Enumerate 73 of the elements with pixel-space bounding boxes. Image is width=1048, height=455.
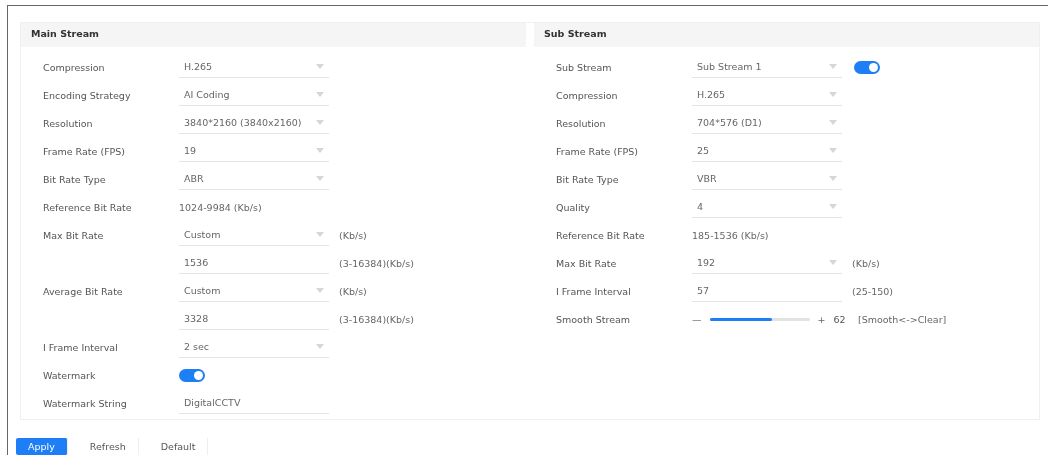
- section-header: Sub Stream: [534, 23, 1039, 47]
- caret-icon: [829, 204, 837, 209]
- field-label: Smooth Stream: [556, 313, 631, 325]
- slider-value: 62: [833, 313, 846, 325]
- field-label: Resolution: [43, 117, 93, 129]
- caret-icon: [316, 344, 324, 349]
- field-label: Compression: [556, 89, 618, 101]
- dropdown-field[interactable]: AI Coding: [179, 84, 329, 106]
- plus-button[interactable]: +: [817, 313, 826, 325]
- caret-icon: [829, 260, 837, 265]
- section-header: Main Stream: [21, 23, 526, 47]
- caret-icon: [829, 64, 837, 69]
- dropdown-field[interactable]: H.265: [179, 56, 329, 78]
- dropdown-field[interactable]: Sub Stream 1: [692, 56, 842, 78]
- input-field[interactable]: 1536: [179, 252, 329, 274]
- caret-icon: [316, 92, 324, 97]
- unit-text: (Kb/s): [852, 257, 880, 269]
- field-label: I Frame Interval: [43, 341, 118, 353]
- action-button[interactable]: Apply: [16, 438, 68, 455]
- input-field[interactable]: 3328: [179, 308, 329, 330]
- toggle-switch[interactable]: [854, 60, 880, 74]
- field-label: Frame Rate (FPS): [556, 145, 639, 157]
- input-field[interactable]: DigitalCCTV: [179, 392, 329, 414]
- field-label: Bit Rate Type: [556, 173, 619, 185]
- dropdown-field[interactable]: Custom: [179, 224, 329, 246]
- field-label: Frame Rate (FPS): [43, 145, 126, 157]
- field-label: Reference Bit Rate: [556, 229, 645, 241]
- caret-icon: [316, 64, 324, 69]
- dropdown-field[interactable]: Custom: [179, 280, 329, 302]
- field-label: Bit Rate Type: [43, 173, 106, 185]
- field-value: 1024-9984 (Kb/s): [179, 201, 262, 213]
- caret-icon: [829, 120, 837, 125]
- field-label: Max Bit Rate: [556, 257, 617, 269]
- dropdown-field[interactable]: H.265: [692, 84, 842, 106]
- unit-text: (Kb/s): [339, 285, 367, 297]
- field-label: Sub Stream: [556, 61, 612, 73]
- field-label: Resolution: [556, 117, 606, 129]
- caret-icon: [316, 148, 324, 153]
- dropdown-field[interactable]: VBR: [692, 168, 842, 190]
- dropdown-field[interactable]: 2 sec: [179, 336, 329, 358]
- field-label: I Frame Interval: [556, 285, 631, 297]
- dropdown-field[interactable]: 19: [179, 140, 329, 162]
- field-label: Encoding Strategy: [43, 89, 131, 101]
- field-label: Quality: [556, 201, 590, 213]
- dropdown-field[interactable]: ABR: [179, 168, 329, 190]
- minus-button[interactable]: —: [692, 313, 702, 325]
- input-field[interactable]: 57: [692, 280, 842, 302]
- field-label: Reference Bit Rate: [43, 201, 132, 213]
- unit-text: (Kb/s): [339, 229, 367, 241]
- field-label: Compression: [43, 61, 105, 73]
- unit-text: (3-16384)(Kb/s): [339, 257, 414, 269]
- dropdown-field[interactable]: 3840*2160 (3840x2160): [179, 112, 329, 134]
- field-label: Average Bit Rate: [43, 285, 123, 297]
- caret-icon: [316, 288, 324, 293]
- toggle-switch[interactable]: [179, 368, 205, 382]
- caret-icon: [829, 176, 837, 181]
- field-value: 185-1536 (Kb/s): [692, 229, 769, 241]
- field-label: Watermark: [43, 369, 96, 381]
- dropdown-field[interactable]: 25: [692, 140, 842, 162]
- caret-icon: [316, 120, 324, 125]
- caret-icon: [316, 232, 324, 237]
- caret-icon: [829, 148, 837, 153]
- unit-text: (25-150): [852, 285, 894, 297]
- slider-track[interactable]: [709, 317, 810, 321]
- caret-icon: [316, 176, 324, 181]
- dropdown-field[interactable]: 192: [692, 252, 842, 274]
- field-label: Max Bit Rate: [43, 229, 104, 241]
- unit-text: [Smooth<->Clear]: [858, 313, 947, 325]
- unit-text: (3-16384)(Kb/s): [339, 313, 414, 325]
- field-label: Watermark String: [43, 397, 127, 409]
- dropdown-field[interactable]: 704*576 (D1): [692, 112, 842, 134]
- dropdown-field[interactable]: 4: [692, 196, 842, 218]
- caret-icon: [829, 92, 837, 97]
